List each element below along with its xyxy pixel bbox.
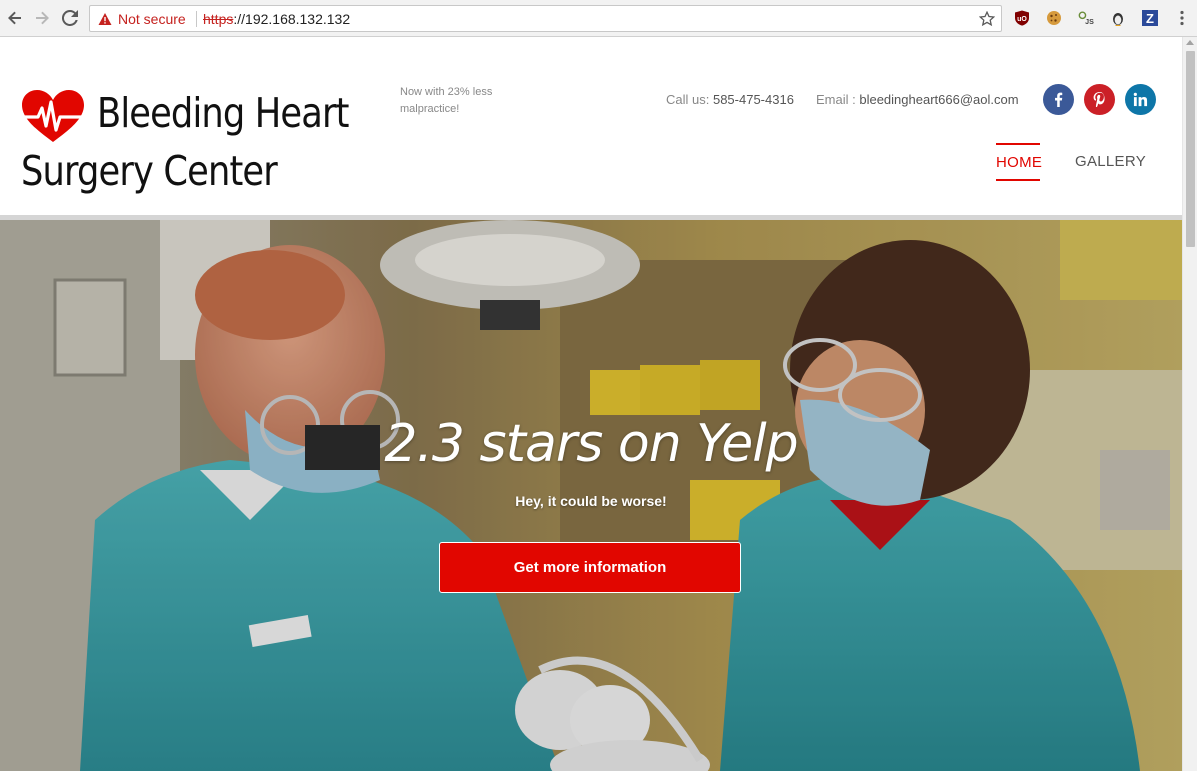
linkedin-icon	[1133, 92, 1148, 107]
facebook-icon	[1055, 92, 1063, 107]
ublock-origin-icon[interactable]: uO	[1014, 10, 1030, 26]
forward-button[interactable]	[30, 6, 54, 30]
contact-email: Email : bleedingheart666@aol.com	[816, 92, 1019, 107]
brand-name-line2[interactable]: Surgery Center	[21, 147, 278, 195]
reload-icon	[62, 10, 78, 26]
get-more-information-button[interactable]: Get more information	[439, 542, 741, 593]
phone-number[interactable]: 585-475-4316	[713, 92, 794, 107]
menu-active-indicator-top	[996, 143, 1040, 145]
pinterest-button[interactable]	[1084, 84, 1115, 115]
user-agent-icon[interactable]	[1110, 10, 1126, 26]
tagline: Now with 23% less malpractice!	[400, 86, 493, 115]
bookmark-star-icon[interactable]	[979, 11, 995, 27]
url-scheme: https	[203, 11, 234, 27]
zotero-icon[interactable]: Z	[1142, 10, 1158, 26]
site-header: Bleeding Heart Surgery Center Now with 2…	[0, 37, 1182, 215]
url-text[interactable]: https://192.168.132.132	[203, 11, 350, 27]
javascript-toggle-icon[interactable]: JS	[1078, 10, 1094, 26]
brand-name-line1[interactable]: Bleeding Heart	[97, 89, 349, 137]
browser-toolbar: Not secure https://192.168.132.132 uO JS…	[0, 0, 1197, 37]
linkedin-button[interactable]	[1125, 84, 1156, 115]
forward-arrow-icon	[36, 11, 49, 25]
warning-icon	[98, 13, 112, 25]
scroll-thumb[interactable]	[1186, 51, 1195, 247]
back-button[interactable]	[3, 6, 27, 30]
hero-subtitle: Hey, it could be worse!	[515, 493, 667, 509]
email-address[interactable]: bleedingheart666@aol.com	[859, 92, 1018, 107]
svg-text:JS: JS	[1085, 18, 1094, 26]
omnibox-divider	[196, 11, 197, 27]
contact-phone: Call us: 585-475-4316	[666, 92, 794, 107]
facebook-button[interactable]	[1043, 84, 1074, 115]
heart-logo-icon[interactable]	[20, 90, 86, 144]
hero-section: 2.3 stars on Yelp Hey, it could be worse…	[0, 220, 1182, 771]
reload-button[interactable]	[58, 6, 82, 30]
scroll-up-arrow-icon[interactable]	[1186, 40, 1194, 45]
svg-text:uO: uO	[1017, 16, 1027, 23]
pinterest-icon	[1093, 92, 1105, 107]
hero-title: 2.3 stars on Yelp	[384, 414, 798, 474]
url-host: ://192.168.132.132	[233, 11, 351, 27]
email-label: Email :	[816, 92, 860, 107]
nav-gallery[interactable]: GALLERY	[1075, 153, 1146, 170]
nav-home[interactable]: HOME	[996, 154, 1042, 171]
security-status[interactable]: Not secure	[118, 11, 186, 27]
browser-menu-icon[interactable]	[1176, 10, 1188, 26]
address-bar[interactable]: Not secure https://192.168.132.132	[89, 5, 1002, 32]
back-arrow-icon	[8, 11, 21, 25]
cookie-icon[interactable]	[1046, 10, 1062, 26]
svg-text:Z: Z	[1146, 11, 1154, 26]
menu-active-indicator-bottom	[996, 179, 1040, 181]
page-scrollbar[interactable]	[1182, 37, 1197, 771]
phone-label: Call us:	[666, 92, 713, 107]
